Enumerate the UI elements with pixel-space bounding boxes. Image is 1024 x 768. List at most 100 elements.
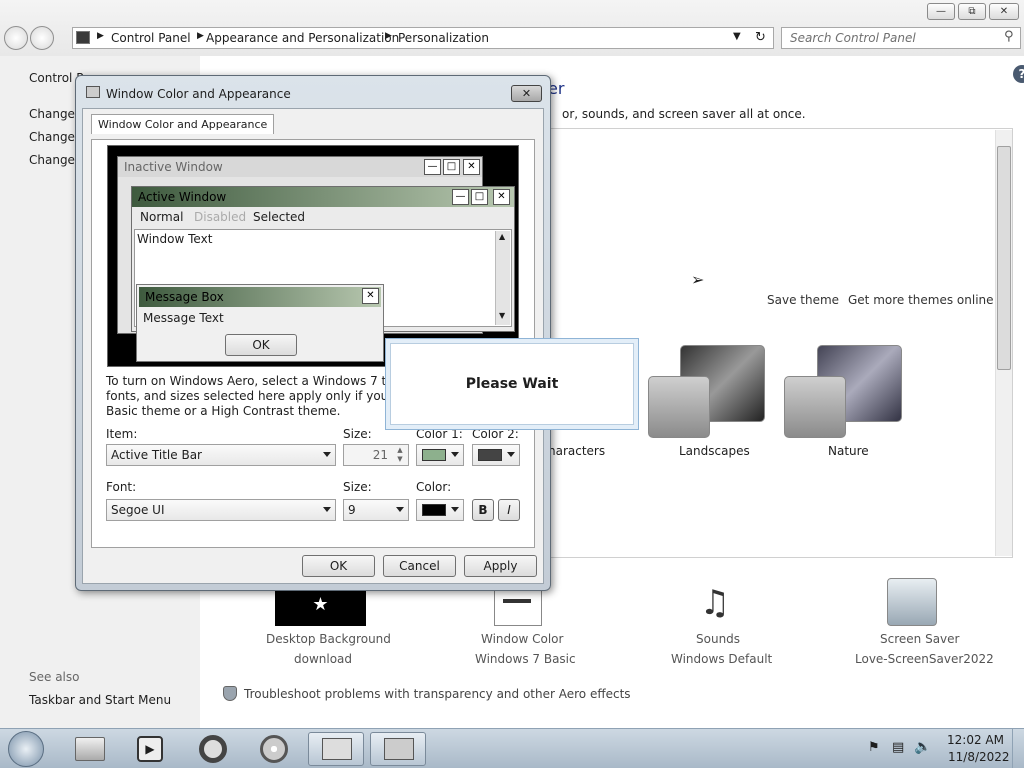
- theme-nature-label[interactable]: Nature: [828, 444, 869, 458]
- window-color-bar: [503, 599, 531, 603]
- font-size-select[interactable]: 9: [343, 499, 409, 521]
- play-icon: ▶: [137, 736, 163, 762]
- show-desktop-button[interactable]: [1012, 729, 1024, 768]
- info-line-3: Basic theme or a High Contrast theme.: [106, 404, 341, 418]
- search-box[interactable]: Search Control Panel ⚲: [781, 27, 1021, 49]
- search-input[interactable]: Search Control Panel: [790, 31, 916, 45]
- chevron-down-icon: [396, 507, 404, 512]
- forward-button[interactable]: [30, 26, 54, 50]
- font-select[interactable]: Segoe UI: [106, 499, 336, 521]
- troubleshoot-link[interactable]: Troubleshoot problems with transparency …: [244, 687, 631, 701]
- dialog-close-button[interactable]: ✕: [511, 85, 542, 102]
- save-theme-link[interactable]: Save theme: [767, 293, 839, 307]
- address-dropdown-icon[interactable]: ▼: [733, 31, 741, 42]
- minimize-button[interactable]: —: [927, 3, 955, 20]
- italic-button[interactable]: I: [498, 499, 520, 521]
- see-also-heading: See also: [29, 670, 80, 684]
- page-subtext: or, sounds, and screen saver all at once…: [562, 107, 806, 121]
- breadcrumb-personalization[interactable]: Personalization: [398, 31, 489, 45]
- get-more-themes-link[interactable]: Get more themes online: [848, 293, 994, 307]
- stepper-down-icon[interactable]: ▼: [393, 455, 407, 464]
- mouse-cursor-icon: ➢: [691, 270, 705, 289]
- taskbar-control-panel-icon[interactable]: [308, 732, 364, 766]
- theme-characters-label[interactable]: haracters: [548, 444, 605, 458]
- sounds-icon[interactable]: ♫: [692, 580, 738, 626]
- left-link-3[interactable]: Change: [29, 153, 75, 167]
- taskbar-chrome-icon[interactable]: [185, 732, 241, 766]
- window-color-dialog: Window Color and Appearance ✕ Window Col…: [75, 75, 551, 591]
- start-button[interactable]: [8, 731, 44, 767]
- close-button[interactable]: ✕: [989, 3, 1019, 20]
- theme-landscapes-label[interactable]: Landscapes: [679, 444, 750, 458]
- preview-close-icon: ✕: [463, 159, 480, 175]
- menu-normal: Normal: [140, 210, 184, 224]
- breadcrumb-control-panel[interactable]: Control Panel: [111, 31, 191, 45]
- dialog-app-icon: [86, 86, 100, 98]
- font-color-label: Color:: [416, 480, 452, 494]
- control-panel-icon: [322, 738, 352, 760]
- clock-time[interactable]: 12:02 AM: [947, 733, 1004, 747]
- preview-maximize-icon: □: [443, 159, 460, 175]
- cancel-button[interactable]: Cancel: [383, 555, 456, 577]
- taskbar-personalization-icon[interactable]: [370, 732, 426, 766]
- breadcrumb-appearance[interactable]: Appearance and Personalization: [206, 31, 399, 45]
- ok-button[interactable]: OK: [302, 555, 375, 577]
- left-link-2[interactable]: Change: [29, 130, 75, 144]
- help-icon[interactable]: ?: [1013, 65, 1024, 83]
- color1-swatch: [422, 449, 446, 461]
- desktop-background-link[interactable]: Desktop Background: [266, 632, 391, 646]
- chevron-down-icon: [451, 452, 459, 457]
- preview-scrollbar: ▲ ▼: [495, 231, 510, 325]
- chevron-down-icon: [451, 507, 459, 512]
- color1-picker[interactable]: [416, 444, 464, 466]
- screen-saver-sub: Love-ScreenSaver2022: [855, 652, 994, 666]
- size-label: Size:: [343, 427, 372, 441]
- apply-button[interactable]: Apply: [464, 555, 537, 577]
- item-select[interactable]: Active Title Bar: [106, 444, 336, 466]
- left-link-1[interactable]: Change: [29, 107, 75, 121]
- message-box-preview: Message Box ✕ Message Text OK: [136, 284, 384, 362]
- restore-button[interactable]: ⧉: [958, 3, 986, 20]
- color2-picker[interactable]: [472, 444, 520, 466]
- scroll-thumb[interactable]: [997, 146, 1011, 370]
- network-icon[interactable]: ▤: [892, 740, 904, 755]
- refresh-icon[interactable]: ↻: [755, 30, 766, 45]
- please-wait-dialog: Please Wait: [385, 338, 639, 430]
- landscapes-thumbnail[interactable]: [648, 376, 710, 438]
- stepper-up-icon[interactable]: ▲: [393, 446, 407, 455]
- size-stepper[interactable]: 21 ▲ ▼: [343, 444, 409, 466]
- taskbar-start-menu-link[interactable]: Taskbar and Start Menu: [29, 693, 171, 707]
- taskbar-disc-icon[interactable]: [246, 732, 302, 766]
- info-line-2: fonts, and sizes selected here apply onl…: [106, 389, 432, 403]
- clock-date[interactable]: 11/8/2022: [948, 750, 1010, 764]
- screen-saver-icon[interactable]: [887, 578, 937, 626]
- browser-icon: [199, 735, 227, 763]
- sounds-link[interactable]: Sounds: [696, 632, 740, 646]
- taskbar-explorer-icon[interactable]: [63, 732, 119, 766]
- message-box-title: Message Box: [139, 287, 381, 307]
- font-label: Font:: [106, 480, 137, 494]
- explorer-toolbar: — ⧉ ✕ ▶ Control Panel ▶ Appearance and P…: [0, 0, 1024, 56]
- breadcrumb-arrow-icon: ▶: [197, 31, 204, 41]
- screen-saver-link[interactable]: Screen Saver: [880, 632, 959, 646]
- font-size-label: Size:: [343, 480, 372, 494]
- size-value: 21: [372, 448, 388, 462]
- search-icon[interactable]: ⚲: [1004, 29, 1014, 44]
- window-color-link[interactable]: Window Color: [481, 632, 563, 646]
- bold-button[interactable]: B: [472, 499, 494, 521]
- item-label: Item:: [106, 427, 138, 441]
- font-color-picker[interactable]: [416, 499, 464, 521]
- preview-ok-button: OK: [225, 334, 297, 356]
- window-color-icon[interactable]: [494, 590, 542, 626]
- back-button[interactable]: [4, 26, 28, 50]
- desktop-background-sub: download: [294, 652, 353, 666]
- taskbar-media-icon[interactable]: ▶: [123, 732, 179, 766]
- address-bar[interactable]: ▶ Control Panel ▶ Appearance and Persona…: [72, 27, 774, 49]
- volume-icon[interactable]: 🔈: [914, 739, 931, 755]
- action-center-flag-icon[interactable]: ⚑: [868, 740, 880, 755]
- tab-window-color[interactable]: Window Color and Appearance: [91, 114, 275, 134]
- nature-thumbnail[interactable]: [784, 376, 846, 438]
- theme-list-scrollbar[interactable]: [995, 130, 1012, 556]
- please-wait-panel: Please Wait: [390, 343, 634, 425]
- menu-disabled: Disabled: [194, 210, 247, 224]
